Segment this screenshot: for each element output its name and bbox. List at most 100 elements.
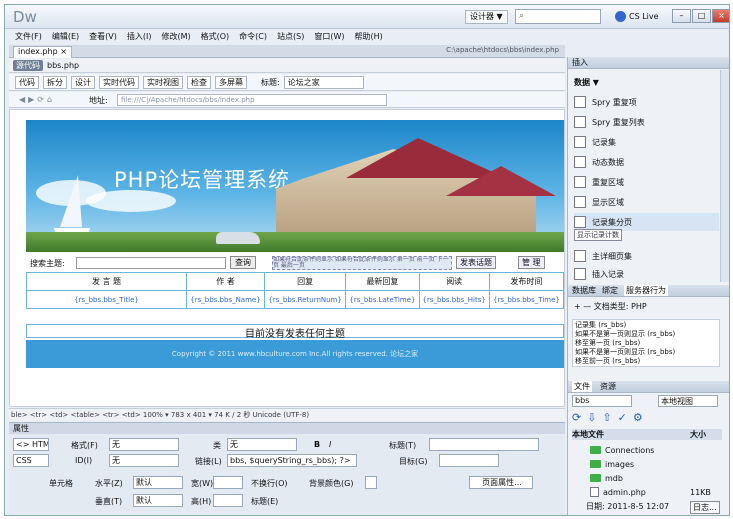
design-view-button[interactable]: 设计	[71, 75, 95, 89]
post-topic-button[interactable]: 发表话题	[456, 256, 496, 269]
insert-item-recordset[interactable]: 记录集	[574, 133, 616, 151]
format-select[interactable]: 无	[109, 438, 179, 451]
inspect-button[interactable]: 检查	[187, 75, 211, 89]
bgcolor-swatch[interactable]	[365, 476, 377, 489]
php-file-icon	[590, 487, 599, 497]
link-input[interactable]: bbs, $queryString_rs_bbs); ?>	[227, 454, 357, 467]
workspace-switcher[interactable]: 设计器 ▼	[465, 10, 508, 24]
site-select[interactable]: bbs	[572, 395, 632, 407]
search-input[interactable]: ⌕	[515, 9, 601, 24]
file-size: 11KB	[690, 487, 711, 497]
menu-window[interactable]: 窗口(W)	[314, 31, 344, 42]
format-label: 格式(F)	[71, 441, 98, 450]
insert-item-insert-record[interactable]: 插入记录	[574, 265, 624, 283]
view-select[interactable]: 本地视图	[658, 395, 718, 407]
insert-item-dynamic-data[interactable]: 动态数据	[574, 153, 624, 171]
multiscreen-button[interactable]: 多屏幕	[215, 75, 247, 89]
file-item-mdb[interactable]: mdb	[590, 471, 623, 485]
bold-button[interactable]: B	[314, 440, 320, 449]
maximize-button[interactable]: □	[692, 9, 711, 23]
log-button[interactable]: 日志...	[690, 501, 720, 514]
cslive-button[interactable]: CS Live	[615, 9, 659, 24]
height-input[interactable]	[213, 494, 243, 507]
list-item[interactable]: 记录集 (rs_bbs)	[575, 321, 717, 330]
cell-title[interactable]: {rs_bbs.bbs_Title}	[26, 290, 187, 309]
live-view-button[interactable]: 实时视图	[143, 75, 183, 89]
html-mode-button[interactable]: <> HTML	[13, 438, 49, 451]
related-file-bbs[interactable]: bbs.php	[47, 61, 79, 70]
tab-index-php[interactable]: index.php ×	[13, 46, 72, 58]
italic-button[interactable]: I	[329, 440, 331, 449]
insert-item-repeat-region[interactable]: 重复区域	[574, 173, 624, 191]
doc-type-label: + — 文档类型: PHP	[574, 301, 647, 311]
width-label: 宽(W)	[191, 479, 214, 488]
vert-select[interactable]: 默认	[133, 494, 183, 507]
target-select[interactable]	[439, 454, 499, 467]
menu-edit[interactable]: 编辑(E)	[52, 31, 79, 42]
manage-button[interactable]: 管 理	[518, 256, 545, 269]
source-code-button[interactable]: 源代码	[13, 60, 43, 71]
cell-time[interactable]: {rs_bbs.bbs_Time}	[488, 290, 564, 309]
files-header: 本地文件 大小	[572, 429, 722, 440]
table-header-row: 发 言 题 作 者 回复 最新回复 阅读 发布时间	[26, 272, 564, 291]
title-prop-input[interactable]	[429, 438, 539, 451]
horz-select[interactable]: 默认	[133, 476, 183, 489]
nav-arrows-icon[interactable]: ◀▶⟳⌂	[19, 95, 55, 104]
split-view-button[interactable]: 拆分	[43, 75, 67, 89]
id-select[interactable]: 无	[109, 454, 179, 467]
search-topic-input[interactable]	[76, 257, 226, 269]
class-select[interactable]: 无	[227, 438, 297, 451]
nowrap-label: 不换行(O)	[251, 479, 288, 488]
file-item-admin-php[interactable]: admin.php 11KB	[590, 485, 720, 499]
css-mode-button[interactable]: CSS	[13, 454, 49, 467]
menu-modify[interactable]: 修改(M)	[161, 31, 190, 42]
close-button[interactable]: ×	[712, 9, 729, 23]
cell-replies[interactable]: {rs_bbs.ReturnNum}	[263, 290, 347, 309]
insert-item-spry-repeat[interactable]: Spry 重复项	[574, 93, 637, 111]
insert-panel-header[interactable]: 插入	[568, 57, 729, 69]
tab-bindings[interactable]: 绑定	[602, 285, 618, 296]
menu-format[interactable]: 格式(O)	[201, 31, 230, 42]
insert-category-select[interactable]: 数据 ▼	[574, 73, 599, 91]
list-item[interactable]: 移至前一页 (rs_bbs)	[575, 357, 717, 366]
file-item-connections[interactable]: Connections	[590, 443, 654, 457]
address-input[interactable]: file:///C|/Apache/htdocs/bbs/index.php	[117, 94, 387, 106]
minimize-button[interactable]: –	[672, 9, 691, 23]
insert-record-icon	[574, 268, 586, 280]
menu-help[interactable]: 帮助(H)	[354, 31, 382, 42]
cell-hits[interactable]: {rs_bbs.bbs_Hits}	[418, 290, 490, 309]
menu-commands[interactable]: 命令(C)	[239, 31, 267, 42]
menu-view[interactable]: 查看(V)	[89, 31, 117, 42]
tab-files[interactable]: 文件	[572, 381, 592, 392]
insert-item-master-detail[interactable]: 主详细页集	[574, 247, 632, 265]
cell-latest[interactable]: {rs_bbs.LateTime}	[345, 290, 420, 309]
search-row: 搜索主题: 查询 如果符合此条件则显示 如果符合此条件则显示 第一页 前一页 下…	[26, 256, 564, 270]
pagination-hint[interactable]: 如果符合此条件则显示 如果符合此条件则显示 第一页 前一页 下一页 最后一页	[272, 256, 452, 270]
menu-site[interactable]: 站点(S)	[277, 31, 304, 42]
insert-scrollbar[interactable]	[720, 70, 729, 282]
title-label: 标题:	[261, 77, 280, 87]
col-title: 发 言 题	[26, 272, 187, 291]
files-toolbar-icons[interactable]: ⟳⇩⇧✓⚙	[572, 411, 722, 424]
menu-insert[interactable]: 插入(I)	[127, 31, 152, 42]
list-item[interactable]: 如果不是第一页则显示 (rs_bbs)	[575, 348, 717, 357]
tab-server-behaviors[interactable]: 服务器行为	[624, 285, 668, 296]
menu-file[interactable]: 文件(F)	[15, 31, 42, 42]
list-item[interactable]: 如果不是第一页则显示 (rs_bbs)	[575, 330, 717, 339]
code-view-button[interactable]: 代码	[15, 75, 39, 89]
tab-assets[interactable]: 资源	[600, 381, 616, 392]
insert-item-show-region[interactable]: 显示区域	[574, 193, 624, 211]
page-properties-button[interactable]: 页面属性...	[469, 476, 533, 489]
insert-item-spry-list[interactable]: Spry 重复列表	[574, 113, 645, 131]
files-footer: 日期: 2011-8-5 12:07 日志...	[572, 501, 722, 514]
cell-author[interactable]: {rs_bbs.bbs_Name}	[186, 290, 265, 309]
list-item[interactable]: 移至第一页 (rs_bbs)	[575, 339, 717, 348]
width-input[interactable]	[213, 476, 243, 489]
tab-databases[interactable]: 数据库	[572, 285, 596, 296]
file-item-images[interactable]: images	[590, 457, 634, 471]
live-code-button[interactable]: 实时代码	[99, 75, 139, 89]
props-row-4: 垂直(T) 默认 高(H) 标题(E)	[9, 493, 565, 509]
query-button[interactable]: 查询	[230, 256, 256, 269]
tag-selector-status[interactable]: ble> <tr> <td> <table> <tr> <td> 100% ▾ …	[9, 408, 565, 421]
title-field[interactable]: 论坛之家	[283, 75, 364, 89]
